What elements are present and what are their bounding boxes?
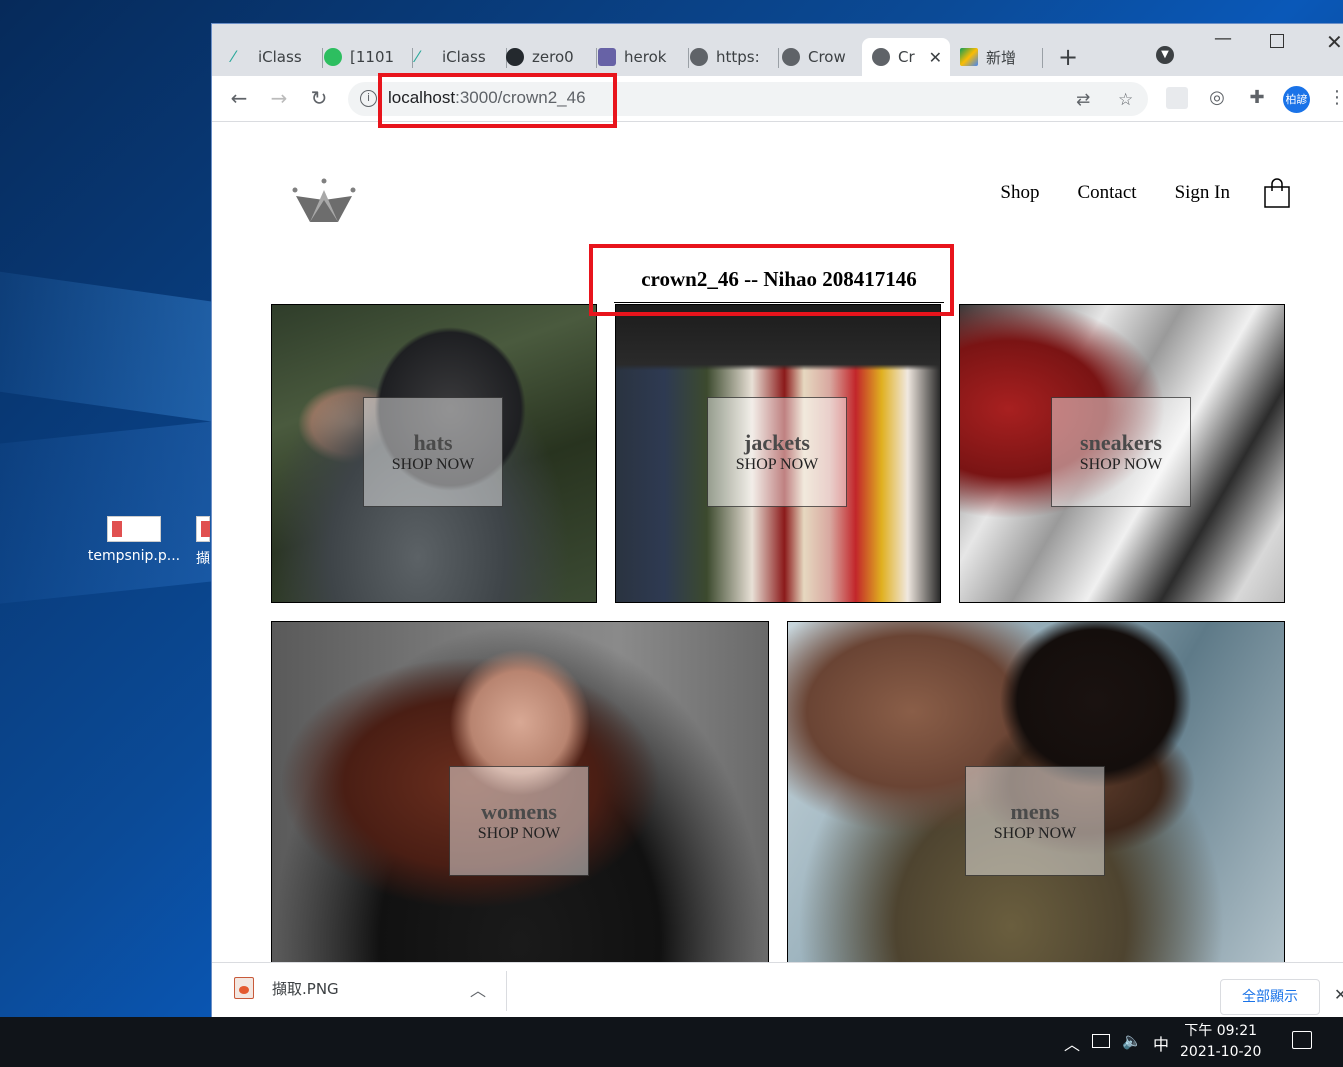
tab-label: herok	[624, 48, 667, 66]
globe-icon	[872, 48, 890, 66]
image-thumbnail-icon	[107, 516, 161, 542]
highlight-box-url	[378, 73, 617, 128]
menu-item-title: mens	[1010, 799, 1060, 824]
menu-item-title: womens	[481, 799, 557, 824]
nav-sign-in-link[interactable]: Sign In	[1175, 182, 1230, 204]
image-thumbnail-icon	[196, 516, 210, 542]
globe-icon	[782, 48, 800, 66]
clock-date: 2021-10-20	[1180, 1044, 1262, 1060]
menu-item-label-box[interactable]: womens SHOP NOW	[449, 766, 589, 876]
globe-icon	[690, 48, 708, 66]
chevron-up-icon[interactable]: ︿	[1064, 1031, 1080, 1055]
tab-strip: ⁄ iClass [1101 ⁄ iClass zero0 herok http…	[212, 24, 1343, 76]
nav-contact-link[interactable]: Contact	[1077, 182, 1136, 204]
profile-avatar[interactable]: 柏諺	[1283, 86, 1310, 113]
crown-logo-icon[interactable]	[292, 178, 356, 232]
menu-item-womens[interactable]: womens SHOP NOW	[271, 621, 769, 962]
menu-item-hats[interactable]: hats SHOP NOW	[271, 304, 597, 603]
reload-icon[interactable]: ↻	[306, 86, 332, 110]
menu-item-title: jackets	[744, 430, 810, 455]
menu-kebab-icon[interactable]: ⋮	[1326, 87, 1343, 109]
highlight-box-title	[589, 244, 954, 316]
tab-label: Crow	[808, 48, 846, 66]
shopping-bag-icon[interactable]	[1264, 178, 1290, 208]
site-nav: Shop Contact Sign In	[962, 178, 1290, 208]
shop-now-label: SHOP NOW	[391, 456, 475, 473]
tab[interactable]: zero0	[506, 42, 597, 72]
tab[interactable]: ⁄ iClass	[232, 42, 323, 72]
site-info-icon[interactable]: i	[360, 90, 377, 107]
download-item[interactable]: 擷取.PNG	[234, 977, 339, 999]
chevron-up-icon[interactable]: ︿	[470, 977, 486, 1001]
show-all-button[interactable]: 全部顯示	[1220, 979, 1320, 1015]
shop-now-label: SHOP NOW	[1079, 456, 1163, 473]
clock[interactable]: 下午 09:21 2021-10-20	[1180, 1021, 1261, 1063]
menu-item-mens[interactable]: mens SHOP NOW	[787, 621, 1285, 962]
tab-label: https:	[716, 48, 760, 66]
new-tab-button[interactable]: +	[1058, 42, 1078, 72]
tab[interactable]: https:	[690, 42, 779, 72]
minimize-icon[interactable]: —	[1214, 28, 1232, 49]
forward-icon[interactable]: →	[266, 86, 292, 110]
tab-active[interactable]: Cr ✕	[862, 38, 950, 76]
tab-label: 新增	[986, 48, 1017, 67]
ime-indicator[interactable]: 中	[1153, 1031, 1169, 1055]
title-underline	[614, 302, 944, 303]
shop-now-label: SHOP NOW	[735, 456, 819, 473]
extension-icon[interactable]	[1166, 87, 1188, 109]
network-icon[interactable]	[1092, 1034, 1110, 1048]
menu-item-label-box[interactable]: hats SHOP NOW	[363, 397, 503, 507]
back-icon[interactable]: ←	[226, 86, 252, 110]
desktop-icon-label: 擷	[196, 551, 210, 567]
volume-icon[interactable]: 🔈	[1122, 1031, 1142, 1050]
tab-label: zero0	[532, 48, 574, 66]
shop-now-label: SHOP NOW	[993, 825, 1077, 842]
desktop-file-icon[interactable]: tempsnip.p...	[84, 516, 184, 564]
heroku-icon	[598, 48, 616, 66]
maximize-icon[interactable]	[1270, 34, 1284, 48]
desktop-icon-label: tempsnip.p...	[87, 548, 181, 564]
taskbar: ︿ 🔈 中 下午 09:21 2021-10-20	[0, 1017, 1343, 1067]
evernote-icon	[324, 48, 342, 66]
download-bar: 擷取.PNG ︿ 全部顯示 ✕	[212, 962, 1343, 1017]
tab-search-icon[interactable]: ▼	[1156, 46, 1174, 64]
menu-item-sneakers[interactable]: sneakers SHOP NOW	[959, 304, 1285, 603]
tab[interactable]: ⁄ iClass	[416, 42, 507, 72]
menu-item-title: hats	[413, 430, 453, 455]
tab-label: Cr	[898, 48, 915, 66]
close-window-icon[interactable]: ✕	[1326, 30, 1343, 54]
github-icon	[506, 48, 524, 66]
menu-item-jackets[interactable]: jackets SHOP NOW	[615, 304, 941, 603]
shop-now-label: SHOP NOW	[477, 825, 561, 842]
png-file-icon	[234, 977, 254, 999]
extension-record-icon[interactable]: ◎	[1206, 87, 1228, 109]
puzzle-icon[interactable]: ✚	[1246, 87, 1268, 109]
notification-icon[interactable]	[1292, 1031, 1312, 1049]
nav-shop-link[interactable]: Shop	[1000, 182, 1039, 204]
tab[interactable]: [1101	[324, 42, 413, 72]
tab-label: iClass	[442, 48, 486, 66]
menu-item-title: sneakers	[1080, 430, 1162, 455]
tab[interactable]: herok	[598, 42, 689, 72]
tab[interactable]: Crow	[782, 42, 868, 72]
menu-item-label-box[interactable]: sneakers SHOP NOW	[1051, 397, 1191, 507]
iclass-icon: ⁄	[416, 47, 419, 66]
close-icon[interactable]: ✕	[1334, 985, 1343, 1004]
menu-item-label-box[interactable]: mens SHOP NOW	[965, 766, 1105, 876]
bookmark-star-icon[interactable]: ☆	[1118, 90, 1133, 110]
iclass-icon: ⁄	[232, 47, 235, 66]
browser-window: ⁄ iClass [1101 ⁄ iClass zero0 herok http…	[211, 23, 1343, 1017]
tab-label: iClass	[258, 48, 302, 66]
drive-icon	[960, 48, 978, 66]
tab[interactable]: 新增	[960, 42, 1043, 72]
tab-label: [1101	[350, 48, 395, 66]
menu-item-label-box[interactable]: jackets SHOP NOW	[707, 397, 847, 507]
clock-time: 下午 09:21	[1184, 1023, 1258, 1039]
download-filename: 擷取.PNG	[272, 979, 339, 998]
translate-icon[interactable]: ⇄	[1076, 90, 1090, 110]
tab-close-icon[interactable]: ✕	[929, 48, 942, 67]
desktop-file-icon[interactable]: 擷	[196, 516, 210, 568]
